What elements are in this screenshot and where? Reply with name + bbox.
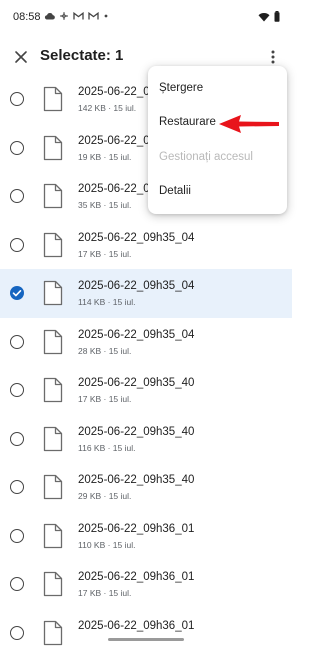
file-name: 2025-06-22_09h36_01	[78, 571, 194, 583]
wifi-icon	[258, 12, 270, 22]
close-selection-button[interactable]	[8, 44, 34, 70]
selection-title: Selectate: 1	[40, 47, 123, 64]
file-name: 2025-06-22_09h35_40	[78, 377, 194, 389]
file-icon	[43, 280, 63, 311]
cloud-icon	[44, 12, 55, 20]
file-row[interactable]: 2025-06-22_09h36_01 17 KB · 15 iul.	[0, 560, 292, 609]
file-icon	[43, 377, 63, 408]
file-icon	[43, 426, 63, 457]
select-radio[interactable]	[10, 529, 24, 543]
file-meta: 17 KB · 15 iul.	[78, 394, 131, 404]
file-row[interactable]: 2025-06-22_09h35_04 114 KB · 15 iul.	[0, 269, 292, 318]
notification-icons	[44, 11, 109, 21]
file-meta: 19 KB · 15 iul.	[78, 152, 131, 162]
battery-icon	[274, 11, 280, 22]
gmail-icon	[73, 12, 84, 20]
file-icon	[43, 183, 63, 214]
file-meta: 35 KB · 15 iul.	[78, 200, 131, 210]
file-icon	[43, 523, 63, 554]
file-icon	[43, 86, 63, 117]
select-radio[interactable]	[10, 626, 24, 640]
menu-item-restore[interactable]: Restaurare	[159, 116, 216, 128]
file-name: 2025-06-22_09h35_40	[78, 426, 194, 438]
select-radio[interactable]	[10, 432, 24, 446]
select-radio[interactable]	[10, 238, 24, 252]
checkmark-icon	[10, 286, 24, 300]
status-time: 08:58	[13, 11, 41, 23]
select-radio[interactable]	[10, 577, 24, 591]
gmail-icon	[88, 12, 99, 20]
fan-icon	[59, 11, 69, 21]
file-row[interactable]: 2025-06-22_09h35_40 17 KB · 15 iul.	[0, 366, 292, 415]
file-icon	[43, 474, 63, 505]
file-name: 2025-06-22_09h36_01	[78, 620, 194, 632]
file-row[interactable]: 2025-06-22_09h36_01 110 KB · 15 iul.	[0, 512, 292, 561]
menu-item-delete[interactable]: Ștergere	[159, 82, 203, 94]
status-bar: 08:58	[0, 0, 292, 36]
file-icon	[43, 571, 63, 602]
file-row[interactable]: 2025-06-22_09h35_04 28 KB · 15 iul.	[0, 318, 292, 367]
select-radio[interactable]	[10, 141, 24, 155]
select-radio[interactable]	[10, 383, 24, 397]
file-icon	[43, 329, 63, 360]
file-name: 2025-06-22_09h36_01	[78, 523, 194, 535]
annotation-arrow	[219, 112, 281, 136]
select-radio[interactable]	[10, 92, 24, 106]
file-meta: 116 KB · 15 iul.	[78, 443, 136, 453]
file-meta: 17 KB · 15 iul.	[78, 249, 131, 259]
system-icons	[258, 11, 280, 22]
file-meta: 28 KB · 15 iul.	[78, 346, 131, 356]
context-menu: Ștergere Restaurare Gestionați accesul D…	[148, 66, 287, 214]
menu-item-manage-access: Gestionați accesul	[159, 151, 253, 163]
file-icon	[43, 232, 63, 263]
file-name: 2025-06-22_0	[78, 86, 150, 98]
file-meta: 110 KB · 15 iul.	[78, 540, 136, 550]
file-meta: 29 KB · 15 iul.	[78, 491, 131, 501]
file-meta: 142 KB · 15 iul.	[78, 103, 136, 113]
file-icon	[43, 135, 63, 166]
file-meta: 17 KB · 15 iul.	[78, 588, 131, 598]
file-row[interactable]: 2025-06-22_09h35_40 29 KB · 15 iul.	[0, 463, 292, 512]
select-radio[interactable]	[10, 335, 24, 349]
file-row[interactable]: 2025-06-22_09h35_40 116 KB · 15 iul.	[0, 415, 292, 464]
file-meta: 114 KB · 15 iul.	[78, 297, 136, 307]
file-name: 2025-06-22_09h35_40	[78, 474, 194, 486]
file-row[interactable]: 2025-06-22_09h36_01	[0, 609, 292, 657]
file-name: 2025-06-22_0	[78, 135, 150, 147]
menu-item-details[interactable]: Detalii	[159, 185, 191, 197]
dot-icon	[103, 12, 109, 20]
file-name: 2025-06-22_09h35_04	[78, 280, 194, 292]
home-indicator[interactable]	[108, 638, 184, 641]
file-row[interactable]: 2025-06-22_09h35_04 17 KB · 15 iul.	[0, 221, 292, 270]
close-icon	[14, 50, 28, 64]
file-name: 2025-06-22_09h35_04	[78, 232, 194, 244]
file-icon	[43, 620, 63, 651]
select-radio[interactable]	[10, 189, 24, 203]
more-vertical-icon	[271, 50, 275, 64]
file-name: 2025-06-22_0	[78, 183, 150, 195]
select-radio[interactable]	[10, 480, 24, 494]
checked-radio[interactable]	[10, 286, 24, 300]
file-name: 2025-06-22_09h35_04	[78, 329, 194, 341]
